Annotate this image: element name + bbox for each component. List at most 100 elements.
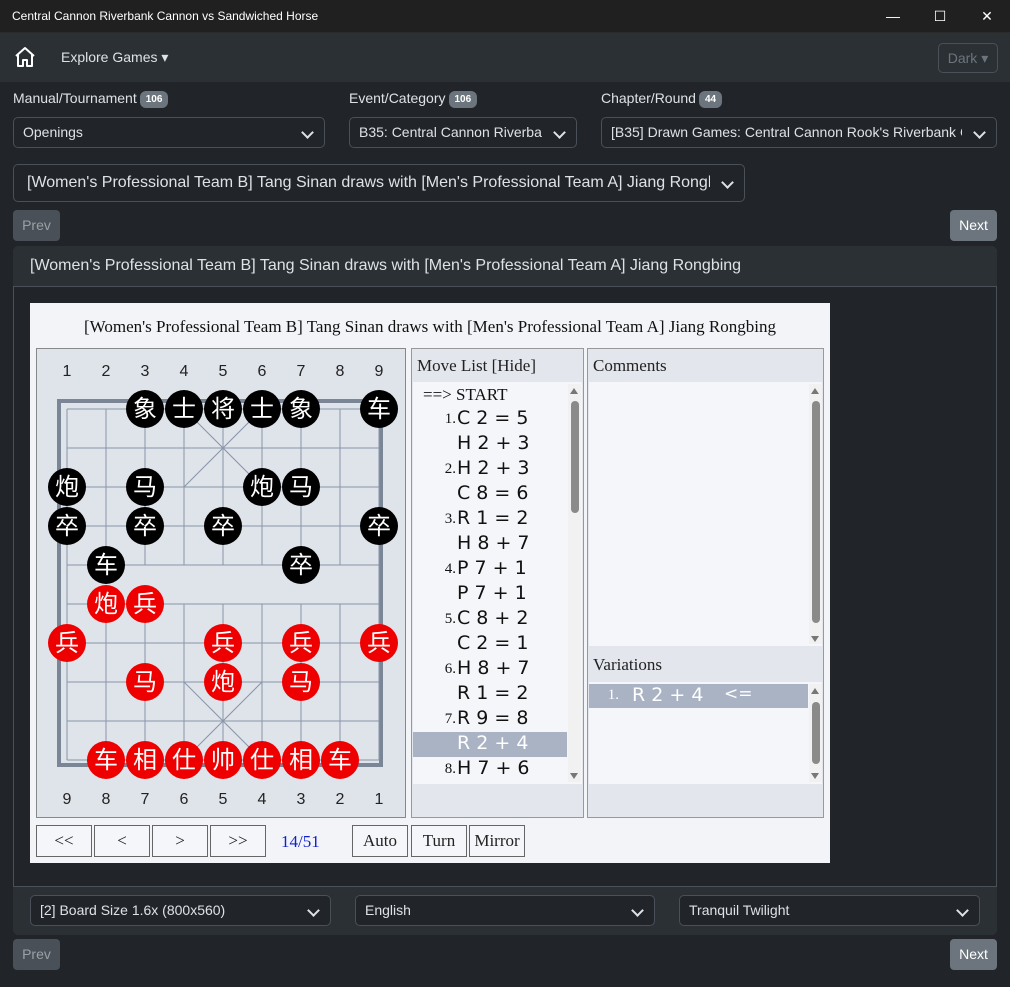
move-row[interactable]: C 8 = 6	[413, 482, 567, 507]
move-row[interactable]: 7. R 9 = 8	[413, 707, 567, 732]
scroll-up-icon[interactable]	[570, 388, 578, 394]
black-piece[interactable]: 马	[126, 468, 164, 506]
chapter-select[interactable]: [B35] Drawn Games: Central Cannon Rook's…	[601, 117, 997, 148]
mirror-button[interactable]: Mirror	[469, 825, 525, 857]
scroll-up-icon[interactable]	[811, 688, 819, 694]
black-piece[interactable]: 卒	[360, 507, 398, 545]
black-piece[interactable]: 士	[165, 390, 203, 428]
red-piece[interactable]: 仕	[243, 741, 281, 779]
next-move-button[interactable]: >	[152, 825, 208, 857]
xiangqi-board[interactable]: 123456789987654321象士将士象车炮马炮马卒卒卒卒车卒炮兵兵兵兵兵…	[36, 348, 406, 818]
black-piece[interactable]: 象	[282, 390, 320, 428]
move-row[interactable]: R 1 = 2	[413, 682, 567, 707]
move-list-scroll-thumb[interactable]	[571, 401, 579, 513]
move-row[interactable]: C 2 = 1	[413, 632, 567, 657]
next-button-top[interactable]: Next	[950, 210, 997, 241]
move-text: C 2 = 5	[457, 407, 529, 429]
black-piece[interactable]: 士	[243, 390, 281, 428]
black-piece[interactable]: 卒	[48, 507, 86, 545]
prev-move-button[interactable]: <	[94, 825, 150, 857]
scroll-down-icon[interactable]	[811, 773, 819, 779]
minimize-icon: —	[886, 8, 900, 24]
minimize-button[interactable]: —	[870, 0, 916, 33]
move-text: R 9 = 8	[457, 707, 529, 729]
black-piece[interactable]: 车	[360, 390, 398, 428]
explore-games-dropdown[interactable]: Explore Games ▾	[61, 49, 168, 66]
move-number: 2.	[444, 461, 456, 477]
file-label-top: 2	[101, 363, 111, 380]
red-piece[interactable]: 兵	[204, 624, 242, 662]
move-row[interactable]: 3. R 1 = 2	[413, 507, 567, 532]
move-row[interactable]: 6. H 8 + 7	[413, 657, 567, 682]
black-piece[interactable]: 卒	[126, 507, 164, 545]
red-piece[interactable]: 兵	[282, 624, 320, 662]
next-button-bottom[interactable]: Next	[950, 939, 997, 970]
scroll-up-icon[interactable]	[811, 388, 819, 394]
red-piece[interactable]: 帅	[204, 741, 242, 779]
comments-box[interactable]	[589, 382, 822, 646]
manual-select[interactable]: Openings	[13, 117, 325, 148]
home-icon[interactable]	[13, 45, 37, 69]
black-piece[interactable]: 炮	[243, 468, 281, 506]
file-label-bottom: 9	[62, 791, 72, 808]
move-row[interactable]: 5. C 8 + 2	[413, 607, 567, 632]
move-row[interactable]: 4. P 7 + 1	[413, 557, 567, 582]
variations-header: Variations	[593, 655, 662, 674]
red-piece[interactable]: 车	[87, 741, 125, 779]
move-row[interactable]: 2. H 2 + 3	[413, 457, 567, 482]
file-label-bottom: 7	[140, 791, 150, 808]
game-select[interactable]: [Women's Professional Team B] Tang Sinan…	[13, 164, 745, 202]
prev-button-top[interactable]: Prev	[13, 210, 60, 241]
move-row[interactable]: 1. C 2 = 5	[413, 407, 567, 432]
board-size-select[interactable]: [2] Board Size 1.6x (800x560)	[30, 895, 331, 926]
move-number: 6.	[444, 661, 456, 677]
move-row[interactable]: R 2 + 4	[413, 732, 567, 757]
move-number: 1.	[444, 411, 456, 427]
move-text: P 7 + 1	[457, 557, 527, 579]
red-piece[interactable]: 兵	[48, 624, 86, 662]
last-move-button[interactable]: >>	[210, 825, 266, 857]
variation-item[interactable]: 1. R 2 + 4 <=	[589, 684, 808, 708]
theme-dropdown[interactable]: Dark ▾	[938, 43, 998, 73]
red-piece[interactable]: 车	[321, 741, 359, 779]
black-piece[interactable]: 车	[87, 546, 125, 584]
language-select[interactable]: English	[355, 895, 655, 926]
maximize-button[interactable]: ☐	[917, 0, 963, 33]
file-label-bottom: 4	[257, 791, 267, 808]
red-piece[interactable]: 马	[126, 663, 164, 701]
black-piece[interactable]: 象	[126, 390, 164, 428]
red-piece[interactable]: 兵	[126, 585, 164, 623]
scroll-down-icon[interactable]	[570, 773, 578, 779]
move-row[interactable]: H 2 + 3	[413, 432, 567, 457]
move-list[interactable]: ==> START 1. C 2 = 5H 2 + 3 2. H 2 + 3C 8 = …	[413, 382, 582, 784]
auto-button[interactable]: Auto	[352, 825, 408, 857]
color-theme-select[interactable]: Tranquil Twilight	[679, 895, 980, 926]
red-piece[interactable]: 仕	[165, 741, 203, 779]
comments-scroll-thumb[interactable]	[812, 401, 820, 623]
move-row[interactable]: P 7 + 1	[413, 582, 567, 607]
black-piece[interactable]: 卒	[282, 546, 320, 584]
close-button[interactable]: ✕	[964, 0, 1010, 33]
red-piece[interactable]: 相	[126, 741, 164, 779]
manual-count-badge: 106	[139, 91, 169, 108]
turn-button[interactable]: Turn	[411, 825, 467, 857]
red-piece[interactable]: 兵	[360, 624, 398, 662]
prev-button-bottom[interactable]: Prev	[13, 939, 60, 970]
black-piece[interactable]: 卒	[204, 507, 242, 545]
move-row[interactable]: 8. H 7 + 6	[413, 757, 567, 782]
move-number: 8.	[444, 761, 456, 777]
first-move-button[interactable]: <<	[36, 825, 92, 857]
black-piece[interactable]: 将	[204, 390, 242, 428]
red-piece[interactable]: 炮	[204, 663, 242, 701]
move-row[interactable]: H 8 + 7	[413, 532, 567, 557]
variations-scroll-thumb[interactable]	[812, 702, 820, 764]
event-select[interactable]: B35: Central Cannon Riverbank Cannon vs …	[349, 117, 577, 148]
red-piece[interactable]: 炮	[87, 585, 125, 623]
move-row[interactable]: ==> START	[413, 382, 567, 407]
red-piece[interactable]: 马	[282, 663, 320, 701]
black-piece[interactable]: 炮	[48, 468, 86, 506]
scroll-down-icon[interactable]	[811, 636, 819, 642]
move-list-header[interactable]: Move List [Hide]	[417, 356, 536, 376]
red-piece[interactable]: 相	[282, 741, 320, 779]
black-piece[interactable]: 马	[282, 468, 320, 506]
